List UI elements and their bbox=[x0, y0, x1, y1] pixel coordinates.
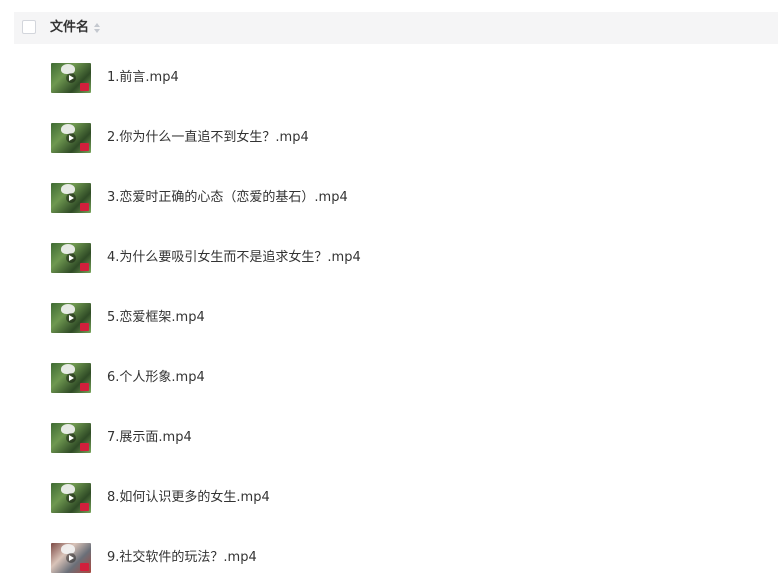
play-icon bbox=[66, 313, 76, 323]
video-thumbnail[interactable] bbox=[51, 483, 91, 513]
file-row[interactable]: 6.个人形象.mp4 bbox=[0, 348, 778, 408]
video-thumbnail[interactable] bbox=[51, 543, 91, 573]
play-icon bbox=[66, 73, 76, 83]
thumbnail-badge-icon bbox=[80, 383, 89, 391]
file-name[interactable]: 1.前言.mp4 bbox=[107, 69, 179, 87]
video-thumbnail[interactable] bbox=[51, 243, 91, 273]
file-row[interactable]: 7.展示面.mp4 bbox=[0, 408, 778, 468]
play-icon bbox=[66, 133, 76, 143]
thumbnail-badge-icon bbox=[80, 443, 89, 451]
file-row[interactable]: 5.恋爱框架.mp4 bbox=[0, 288, 778, 348]
file-row[interactable]: 4.为什么要吸引女生而不是追求女生？.mp4 bbox=[0, 228, 778, 288]
file-list-page: 文件名 1.前言.mp4 2.你为什么一直追不到女生？.mp4 3.恋爱时正确的… bbox=[0, 0, 778, 581]
file-name[interactable]: 3.恋爱时正确的心态（恋爱的基石）.mp4 bbox=[107, 189, 348, 207]
file-name[interactable]: 7.展示面.mp4 bbox=[107, 429, 192, 447]
thumbnail-badge-icon bbox=[80, 563, 89, 571]
video-thumbnail[interactable] bbox=[51, 303, 91, 333]
video-thumbnail[interactable] bbox=[51, 423, 91, 453]
file-row[interactable]: 2.你为什么一直追不到女生？.mp4 bbox=[0, 108, 778, 168]
file-row[interactable]: 3.恋爱时正确的心态（恋爱的基石）.mp4 bbox=[0, 168, 778, 228]
video-thumbnail[interactable] bbox=[51, 63, 91, 93]
play-icon bbox=[66, 433, 76, 443]
file-list-header: 文件名 bbox=[14, 12, 778, 44]
file-row[interactable]: 9.社交软件的玩法？.mp4 bbox=[0, 528, 778, 581]
file-name[interactable]: 9.社交软件的玩法？.mp4 bbox=[107, 549, 257, 567]
sort-icon[interactable] bbox=[94, 23, 100, 33]
video-thumbnail[interactable] bbox=[51, 363, 91, 393]
thumbnail-badge-icon bbox=[80, 323, 89, 331]
play-icon bbox=[66, 553, 76, 563]
play-icon bbox=[66, 493, 76, 503]
select-all-checkbox[interactable] bbox=[22, 20, 36, 34]
thumbnail-badge-icon bbox=[80, 83, 89, 91]
file-name[interactable]: 8.如何认识更多的女生.mp4 bbox=[107, 489, 270, 507]
file-name[interactable]: 4.为什么要吸引女生而不是追求女生？.mp4 bbox=[107, 249, 361, 267]
video-thumbnail[interactable] bbox=[51, 123, 91, 153]
thumbnail-badge-icon bbox=[80, 143, 89, 151]
thumbnail-badge-icon bbox=[80, 203, 89, 211]
play-icon bbox=[66, 373, 76, 383]
file-row[interactable]: 1.前言.mp4 bbox=[0, 48, 778, 108]
file-name[interactable]: 6.个人形象.mp4 bbox=[107, 369, 205, 387]
video-thumbnail[interactable] bbox=[51, 183, 91, 213]
file-name[interactable]: 2.你为什么一直追不到女生？.mp4 bbox=[107, 129, 309, 147]
play-icon bbox=[66, 253, 76, 263]
file-name[interactable]: 5.恋爱框架.mp4 bbox=[107, 309, 205, 327]
file-row[interactable]: 8.如何认识更多的女生.mp4 bbox=[0, 468, 778, 528]
filename-column-header[interactable]: 文件名 bbox=[50, 19, 89, 37]
thumbnail-badge-icon bbox=[80, 263, 89, 271]
play-icon bbox=[66, 193, 76, 203]
thumbnail-badge-icon bbox=[80, 503, 89, 511]
